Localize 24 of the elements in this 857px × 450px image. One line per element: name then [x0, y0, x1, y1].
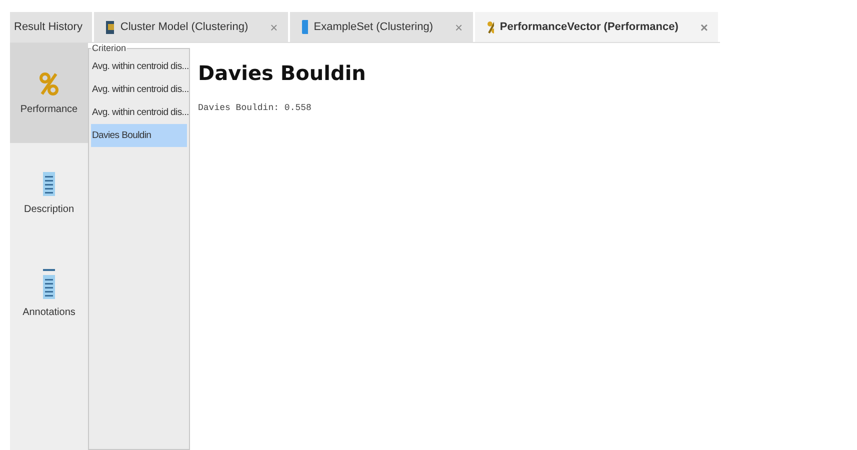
criterion-value: Davies Bouldin: 0.558 — [198, 103, 312, 113]
tab[interactable]: Cluster Model (Clustering) × — [94, 12, 290, 42]
criterion-heading: Davies Bouldin — [198, 61, 367, 85]
percent-icon — [39, 72, 59, 96]
view-label: Description — [24, 204, 74, 214]
tab-label: Result History — [14, 21, 82, 33]
tab-label: Cluster Model (Clustering) — [120, 21, 248, 33]
criterion-item[interactable]: Davies Bouldin — [91, 124, 187, 147]
tab[interactable]: Result History — [10, 12, 94, 42]
criterion-title: Criterion — [91, 43, 128, 53]
tab[interactable]: ExampleSet (Clustering) × — [290, 12, 475, 42]
percent-icon — [486, 20, 494, 34]
tab-label: ExampleSet (Clustering) — [314, 21, 433, 33]
document-icon — [43, 172, 55, 196]
criterion-item[interactable]: Avg. within centroid dis... — [91, 78, 187, 101]
view-button[interactable]: Performance — [10, 43, 88, 143]
view-label: Annotations — [22, 306, 76, 318]
view-label: Performance — [20, 104, 78, 114]
annotations-icon — [43, 268, 55, 298]
criterion-item[interactable]: Avg. within centroid dis... — [91, 101, 187, 124]
tab[interactable]: PerformanceVector (Performance) × — [474, 12, 720, 42]
table-icon — [302, 20, 308, 34]
criterion-item[interactable]: Avg. within centroid dis... — [91, 55, 187, 78]
tab-label: PerformanceVector (Performance) — [500, 21, 678, 33]
